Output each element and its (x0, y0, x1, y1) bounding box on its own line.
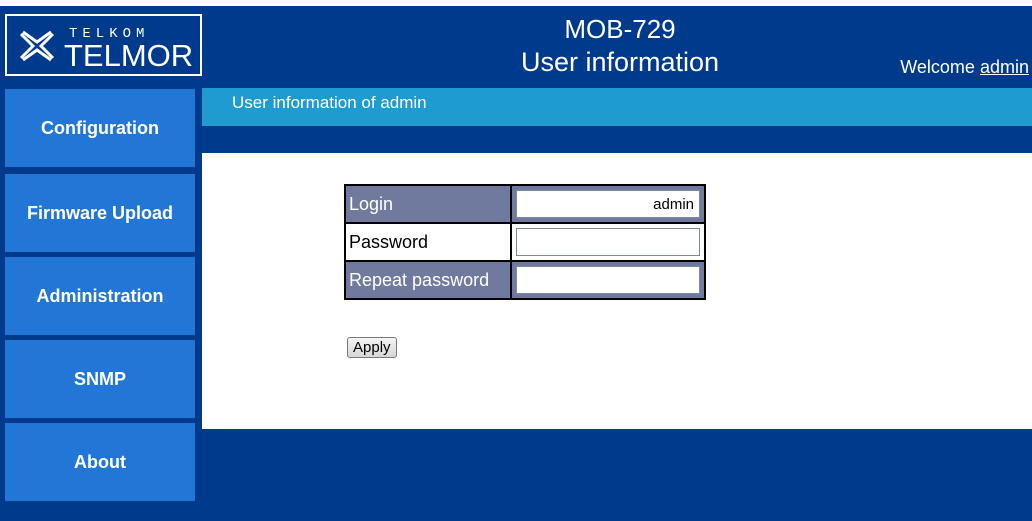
password-label: Password (344, 222, 512, 262)
login-row: Login (344, 184, 706, 224)
user-info-panel: Login Password Repeat password Apply (202, 153, 1032, 429)
login-label: Login (344, 184, 512, 224)
device-title: MOB-729 (564, 14, 676, 44)
password-row: Password (344, 222, 706, 262)
sidebar-item-snmp[interactable]: SNMP (5, 340, 195, 418)
login-input[interactable] (516, 190, 700, 218)
sidebar-item-label: About (74, 451, 126, 472)
section-heading: User information of admin (232, 93, 427, 112)
repeat-password-label: Repeat password (344, 260, 512, 300)
sidebar-item-label: Configuration (41, 117, 159, 138)
sidebar-item-administration[interactable]: Administration (5, 257, 195, 335)
telmor-logo: TELKOM TELMOR (5, 14, 202, 76)
user-info-form: Login Password Repeat password (344, 184, 706, 300)
sidebar-item-firmware-upload[interactable]: Firmware Upload (5, 174, 195, 252)
password-input[interactable] (516, 228, 700, 256)
apply-button[interactable]: Apply (347, 337, 397, 358)
sidebar-item-label: Firmware Upload (26, 202, 174, 223)
sidebar-item-about[interactable]: About (5, 423, 195, 501)
sidebar-item-configuration[interactable]: Configuration (5, 89, 195, 167)
welcome-prefix: Welcome (900, 57, 975, 77)
section-header-bar: User information of admin (202, 88, 1032, 126)
welcome-message: Welcome admin (900, 57, 1029, 78)
username-link[interactable]: admin (980, 57, 1029, 77)
repeat-password-input[interactable] (516, 266, 700, 294)
page-title: User information (520, 47, 720, 77)
logo-text-main: TELMOR (64, 38, 194, 73)
repeat-password-row: Repeat password (344, 260, 706, 300)
telmor-emblem-icon (19, 30, 55, 62)
sidebar-item-label: SNMP (73, 368, 126, 389)
sidebar-item-label: Administration (36, 285, 164, 306)
